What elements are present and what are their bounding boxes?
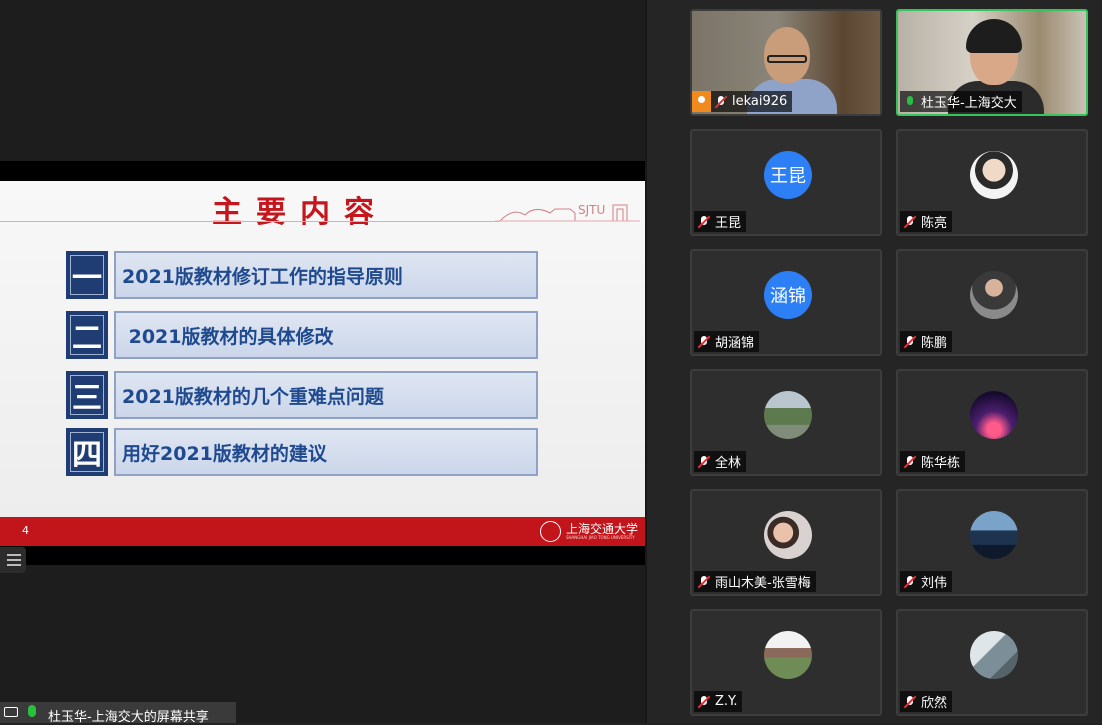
muted-mic-icon — [714, 95, 728, 109]
host-icon — [692, 91, 711, 112]
toc-text: 2021版教材的具体修改 — [114, 311, 538, 359]
avatar — [970, 391, 1018, 439]
muted-mic-icon — [697, 575, 711, 589]
microphone-on-icon — [28, 705, 36, 717]
participant-name: 胡涵锦 — [715, 336, 755, 351]
participant-name-tag: lekai926 — [692, 91, 793, 112]
avatar — [970, 511, 1018, 559]
muted-mic-icon — [697, 215, 711, 229]
participant-name: 陈鹏 — [921, 336, 948, 351]
slide-content: 主要内容 SJTU 一 2021版教材修订工作的指导原则 二 2021版教材的具… — [0, 181, 645, 546]
avatar — [764, 511, 812, 559]
muted-mic-icon — [903, 215, 917, 229]
university-seal-icon — [540, 521, 561, 542]
participant-name: 王昆 — [715, 216, 742, 231]
participant-tile[interactable]: 陈华栋 — [896, 369, 1088, 476]
participant-name: Z.Y. — [715, 694, 738, 709]
avatar — [970, 151, 1018, 199]
participant-name: 雨山木美-张雪梅 — [715, 576, 811, 591]
muted-mic-icon — [697, 455, 711, 469]
slide-page-number: 4 — [22, 524, 29, 537]
participant-name: 陈亮 — [921, 216, 948, 231]
participant-name-tag: 王昆 — [694, 211, 747, 232]
participant-name-tag: 雨山木美-张雪梅 — [694, 571, 816, 592]
participant-tile[interactable]: 刘伟 — [896, 489, 1088, 596]
participant-name-tag: 欣然 — [900, 691, 953, 712]
participant-name-tag: 杜玉华-上海交大 — [900, 91, 1022, 112]
toc-text: 2021版教材修订工作的指导原则 — [114, 251, 538, 299]
toc-number: 二 — [70, 315, 104, 356]
muted-mic-icon — [697, 335, 711, 349]
participant-tile[interactable]: 陈亮 — [896, 129, 1088, 236]
participant-tile[interactable]: Z.Y. — [690, 609, 882, 716]
toc-number-box: 三 — [66, 371, 108, 419]
muted-mic-icon — [903, 335, 917, 349]
muted-mic-icon — [697, 695, 711, 709]
participant-name-tag: Z.Y. — [694, 691, 743, 712]
shared-screen-area: 主要内容 SJTU 一 2021版教材修订工作的指导原则 二 2021版教材的具… — [0, 0, 645, 725]
toc-text: 2021版教材的几个重难点问题 — [114, 371, 538, 419]
participant-tile[interactable]: 涵锦 胡涵锦 — [690, 249, 882, 356]
participant-tile[interactable]: 雨山木美-张雪梅 — [690, 489, 882, 596]
muted-mic-icon — [903, 575, 917, 589]
toc-number-box: 一 — [66, 251, 108, 299]
participant-name-tag: 刘伟 — [900, 571, 953, 592]
toc-text: 用好2021版教材的建议 — [114, 428, 538, 476]
toc-number-box: 四 — [66, 428, 108, 476]
toc-number: 四 — [70, 432, 104, 473]
toc-number-box: 二 — [66, 311, 108, 359]
screen-share-indicator[interactable]: 杜玉华-上海交大的屏幕共享 — [0, 702, 236, 725]
title-underline — [0, 221, 500, 222]
participant-name: 陈华栋 — [921, 456, 961, 471]
participant-tile[interactable]: lekai926 — [690, 9, 882, 116]
university-english-name: SHANGHAI JIAO TONG UNIVERSITY — [566, 535, 635, 540]
participant-tile[interactable]: 陈鹏 — [896, 249, 1088, 356]
muted-mic-icon — [903, 695, 917, 709]
participant-name: 杜玉华-上海交大 — [921, 96, 1017, 111]
microphone-on-icon — [903, 95, 917, 109]
avatar — [764, 391, 812, 439]
avatar — [970, 631, 1018, 679]
participant-tile[interactable]: 杜玉华-上海交大 — [896, 9, 1088, 116]
avatar — [764, 631, 812, 679]
participant-name: 欣然 — [921, 696, 948, 711]
avatar: 涵锦 — [764, 271, 812, 319]
screen-share-icon — [4, 707, 18, 717]
participant-name-tag: 陈华栋 — [900, 451, 966, 472]
toc-number: 三 — [70, 375, 104, 416]
avatar: 王昆 — [764, 151, 812, 199]
toc-number: 一 — [70, 255, 104, 296]
share-menu-icon[interactable] — [0, 547, 26, 573]
participant-name-tag: 陈亮 — [900, 211, 953, 232]
slide-footer: 4 上海交通大学 SHANGHAI JIAO TONG UNIVERSITY — [0, 517, 645, 546]
participant-name-tag: 胡涵锦 — [694, 331, 760, 352]
presentation-slide: 主要内容 SJTU 一 2021版教材修订工作的指导原则 二 2021版教材的具… — [0, 161, 645, 565]
participant-tile[interactable]: 王昆 王昆 — [690, 129, 882, 236]
participant-name-tag: 陈鹏 — [900, 331, 953, 352]
participant-name: 刘伟 — [921, 576, 948, 591]
screen-share-label: 杜玉华-上海交大的屏幕共享 — [48, 710, 209, 725]
participant-name: lekai926 — [732, 94, 788, 109]
sjtu-gate-logo — [495, 204, 640, 222]
participant-gallery: lekai926 杜玉华-上海交大 王昆 王昆 陈亮 涵锦 胡涵锦 陈鹏 全林 … — [647, 0, 1102, 723]
muted-mic-icon — [903, 455, 917, 469]
participant-tile[interactable]: 欣然 — [896, 609, 1088, 716]
participant-name-tag: 全林 — [694, 451, 747, 472]
avatar — [970, 271, 1018, 319]
participant-tile[interactable]: 全林 — [690, 369, 882, 476]
participant-name: 全林 — [715, 456, 742, 471]
sjtu-wordmark: SJTU — [578, 203, 606, 217]
